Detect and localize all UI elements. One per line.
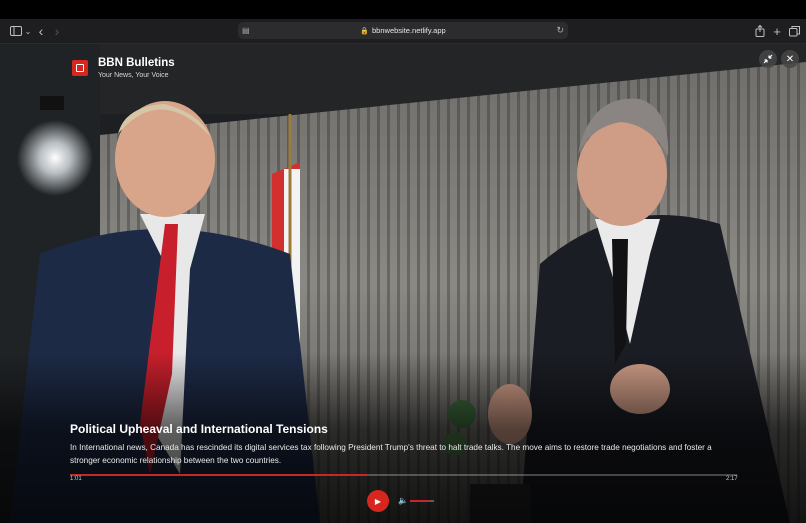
close-icon: ✕ (785, 53, 795, 65)
volume-slider[interactable] (410, 500, 434, 502)
collapse-icon (763, 54, 773, 64)
collapse-button[interactable] (759, 50, 777, 68)
story-summary: In International news, Canada has rescin… (70, 443, 712, 465)
forward-icon[interactable]: › (49, 23, 65, 39)
brand-title: BBN Bulletins (98, 57, 175, 69)
tabs-overview-icon[interactable] (786, 23, 802, 39)
story-headline: Political Upheaval and International Ten… (70, 422, 328, 436)
bbn-logo-icon (72, 60, 88, 76)
reload-icon[interactable]: ↻ (556, 25, 564, 36)
volume-icon[interactable]: 🔈 (398, 496, 408, 505)
brand-header: BBN Bulletins Your News, Your Voice (72, 56, 175, 79)
progress-fill (70, 474, 367, 476)
play-button[interactable]: ▶ (367, 490, 389, 512)
new-tab-icon[interactable]: + (769, 23, 785, 39)
close-button[interactable]: ✕ (781, 50, 799, 68)
share-icon[interactable] (752, 23, 768, 39)
lock-icon: 🔒 (360, 27, 370, 35)
system-top-bar (0, 0, 806, 19)
brand-tagline: Your News, Your Voice (98, 72, 169, 79)
back-icon[interactable]: ‹ (33, 23, 49, 39)
play-icon: ▶ (374, 496, 382, 506)
browser-toolbar: ⌄ ‹ › ▤ 🔒 bbnwebsite.netlify.app ↻ + (0, 19, 806, 44)
volume-fill (410, 500, 431, 502)
address-bar[interactable]: ▤ 🔒 bbnwebsite.netlify.app ↻ (238, 22, 568, 39)
reader-icon[interactable]: ▤ (242, 26, 250, 35)
duration: 2:17 (726, 476, 738, 482)
url-text: bbnwebsite.netlify.app (372, 26, 446, 35)
video-stage[interactable]: BBN Bulletins Your News, Your Voice ✕ Po… (0, 44, 806, 523)
current-time: 1:01 (70, 476, 82, 482)
progress-bar[interactable] (70, 474, 737, 476)
